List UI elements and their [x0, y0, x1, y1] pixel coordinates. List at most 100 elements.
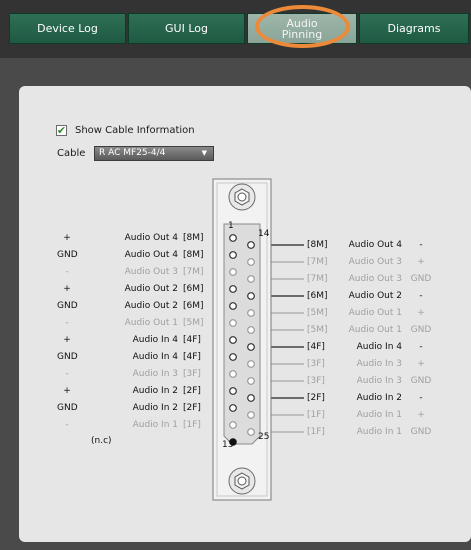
pin-hole: [229, 285, 237, 293]
left-pin-row: + Audio Out 2 [6M]: [57, 283, 217, 295]
pin-name: Audio In 4: [132, 335, 178, 345]
pin-sign: -: [419, 342, 423, 352]
left-pin-row: + Audio In 2 [2F]: [57, 385, 217, 397]
pin-hole: [247, 343, 255, 351]
pin-hole: [229, 387, 237, 395]
right-pin-row: [2F] Audio In 2 -: [307, 392, 437, 404]
pin-tag: [5M]: [307, 325, 328, 335]
pin-hole: [229, 302, 237, 310]
pin-name: Audio Out 1: [124, 318, 178, 328]
pin-name: Audio Out 1: [348, 308, 402, 318]
pin-sign: GND: [57, 352, 78, 362]
pin-name: Audio In 4: [356, 342, 402, 352]
pin-hole: [229, 319, 237, 327]
pin-tag: [5M]: [183, 318, 204, 328]
pin-sign: -: [419, 240, 423, 250]
pin-tag: [3F]: [183, 369, 201, 379]
pin-name: Audio In 1: [132, 420, 178, 430]
pin-sign: -: [419, 291, 423, 301]
pin-name: Audio Out 2: [348, 291, 402, 301]
pin-tag: [4F]: [307, 342, 325, 352]
pin-name: Audio In 4: [132, 352, 178, 362]
right-pin-row: [3F] Audio In 3 +: [307, 358, 437, 370]
pin-tag: [8M]: [183, 250, 204, 260]
not-connected-label: (n.c): [91, 436, 112, 446]
right-pin-row: [7M] Audio Out 3 +: [307, 256, 437, 268]
left-pin-row: GND Audio In 4 [4F]: [57, 351, 217, 363]
pin-hole: [247, 275, 255, 283]
pin-tag: [8M]: [183, 233, 204, 243]
left-pin-row: GND Audio Out 2 [6M]: [57, 300, 217, 312]
pin-name: Audio In 3: [356, 376, 402, 386]
left-pin-row: - Audio In 3 [3F]: [57, 368, 217, 380]
pin-tag: [6M]: [307, 291, 328, 301]
pin-sign: -: [65, 369, 69, 379]
right-pin-row: [6M] Audio Out 2 -: [307, 290, 437, 302]
pin-14-label: 14: [258, 229, 270, 239]
pin-name: Audio Out 1: [348, 325, 402, 335]
pin-sign: +: [63, 284, 71, 294]
left-pin-row: - Audio Out 3 [7M]: [57, 266, 217, 278]
left-pin-row: GND Audio Out 4 [8M]: [57, 249, 217, 261]
pin-sign: GND: [57, 301, 78, 311]
right-pin-row: [7M] Audio Out 3 GND: [307, 273, 437, 285]
right-pin-row: [8M] Audio Out 4 -: [307, 239, 437, 251]
pin-13-label: 13: [222, 440, 234, 450]
left-pin-row: + Audio In 4 [4F]: [57, 334, 217, 346]
pin-hole: [229, 421, 237, 429]
pin-sign: GND: [57, 403, 78, 413]
pin-sign: -: [65, 318, 69, 328]
pin-name: Audio Out 4: [124, 233, 178, 243]
pin-name: Audio In 3: [356, 359, 402, 369]
pin-tag: [2F]: [183, 403, 201, 413]
pin-tag: [8M]: [307, 240, 328, 250]
pin-hole: [229, 336, 237, 344]
pin-name: Audio In 2: [132, 386, 178, 396]
pin-name: Audio In 2: [132, 403, 178, 413]
pin-hole: [229, 404, 237, 412]
right-pin-row: [1F] Audio In 1 +: [307, 409, 437, 421]
pin-tag: [7M]: [307, 257, 328, 267]
left-pin-row: - Audio In 1 [1F]: [57, 419, 217, 431]
pin-tag: [2F]: [307, 393, 325, 403]
pin-sign: +: [63, 335, 71, 345]
pin-sign: -: [65, 420, 69, 430]
right-pin-row: [5M] Audio Out 1 GND: [307, 324, 437, 336]
pin-hole: [247, 258, 255, 266]
pin-sign: GND: [57, 250, 78, 260]
pin-hole: [229, 353, 237, 361]
pin-name: Audio Out 2: [124, 301, 178, 311]
pin-name: Audio Out 3: [348, 257, 402, 267]
pin-name: Audio Out 3: [124, 267, 178, 277]
pin-name: Audio In 2: [356, 393, 402, 403]
pin-name: Audio Out 4: [348, 240, 402, 250]
pin-hole: [229, 251, 237, 259]
pin-hole: [247, 292, 255, 300]
pin-hole: [247, 309, 255, 317]
pin-name: Audio In 1: [356, 410, 402, 420]
pin-sign: GND: [410, 325, 432, 335]
pin-hole: [247, 377, 255, 385]
mounting-screw-top: [228, 183, 256, 211]
pin-tag: [1F]: [183, 420, 201, 430]
pin-hole: [247, 411, 255, 419]
pin-sign: -: [419, 393, 423, 403]
pin-hole: [229, 234, 237, 242]
right-pin-row: [1F] Audio In 1 GND: [307, 426, 437, 438]
mounting-screw-bottom: [228, 467, 256, 495]
pin-name: Audio In 1: [356, 427, 402, 437]
pin-tag: [6M]: [183, 284, 204, 294]
pin-name: Audio Out 4: [124, 250, 178, 260]
pin-sign: GND: [410, 427, 432, 437]
pin-25-label: 25: [258, 432, 270, 442]
left-pin-row: - Audio Out 1 [5M]: [57, 317, 217, 329]
pin-tag: [1F]: [307, 427, 325, 437]
right-pin-row: [3F] Audio In 3 GND: [307, 375, 437, 387]
pin-name: Audio In 3: [132, 369, 178, 379]
pin-hole: [247, 360, 255, 368]
pin-hole: [247, 326, 255, 334]
pin-sign: +: [63, 233, 71, 243]
pin-hole: [247, 394, 255, 402]
pin-tag: [1F]: [307, 410, 325, 420]
pin-tag: [3F]: [307, 359, 325, 369]
